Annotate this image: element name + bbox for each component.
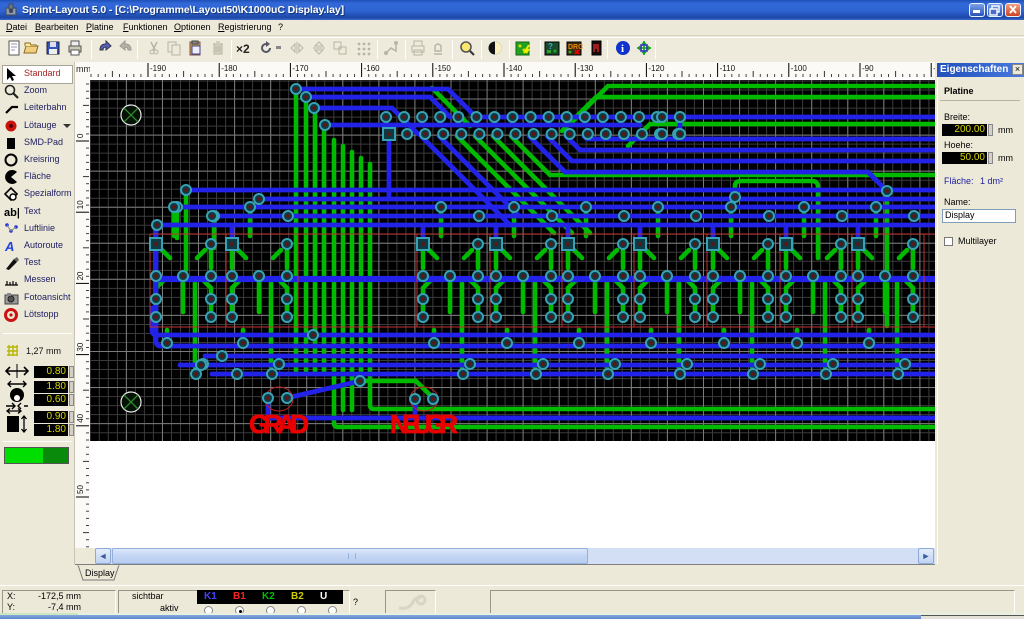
svg-text:i: i	[621, 43, 624, 55]
svg-text:-120: -120	[648, 64, 665, 73]
svg-text:-110: -110	[720, 64, 736, 73]
svg-text:×2: ×2	[236, 42, 250, 56]
svg-text:NEUGR: NEUGR	[390, 409, 458, 439]
svg-text:10: 10	[76, 200, 85, 209]
svg-text:-150: -150	[435, 64, 452, 73]
svg-text:20: 20	[76, 271, 85, 280]
svg-text:30: 30	[76, 342, 85, 351]
svg-text:-170: -170	[292, 64, 309, 73]
svg-text:-80: -80	[933, 64, 935, 73]
svg-text:-180: -180	[221, 64, 238, 73]
svg-text:-190: -190	[150, 64, 167, 73]
svg-text:Display: Display	[85, 568, 115, 578]
svg-text:40: 40	[76, 413, 85, 422]
svg-text:?: ?	[548, 42, 553, 51]
svg-text:0: 0	[76, 133, 85, 138]
svg-text:A: A	[4, 239, 14, 254]
svg-text:-90: -90	[862, 64, 874, 73]
svg-text:-160: -160	[364, 64, 381, 73]
svg-text:-130: -130	[577, 64, 594, 73]
svg-text:ab|: ab|	[4, 207, 19, 219]
svg-text:GRAD: GRAD	[249, 409, 309, 439]
svg-text:-100: -100	[791, 64, 808, 73]
svg-text:50: 50	[76, 485, 85, 494]
svg-text:-140: -140	[506, 64, 523, 73]
